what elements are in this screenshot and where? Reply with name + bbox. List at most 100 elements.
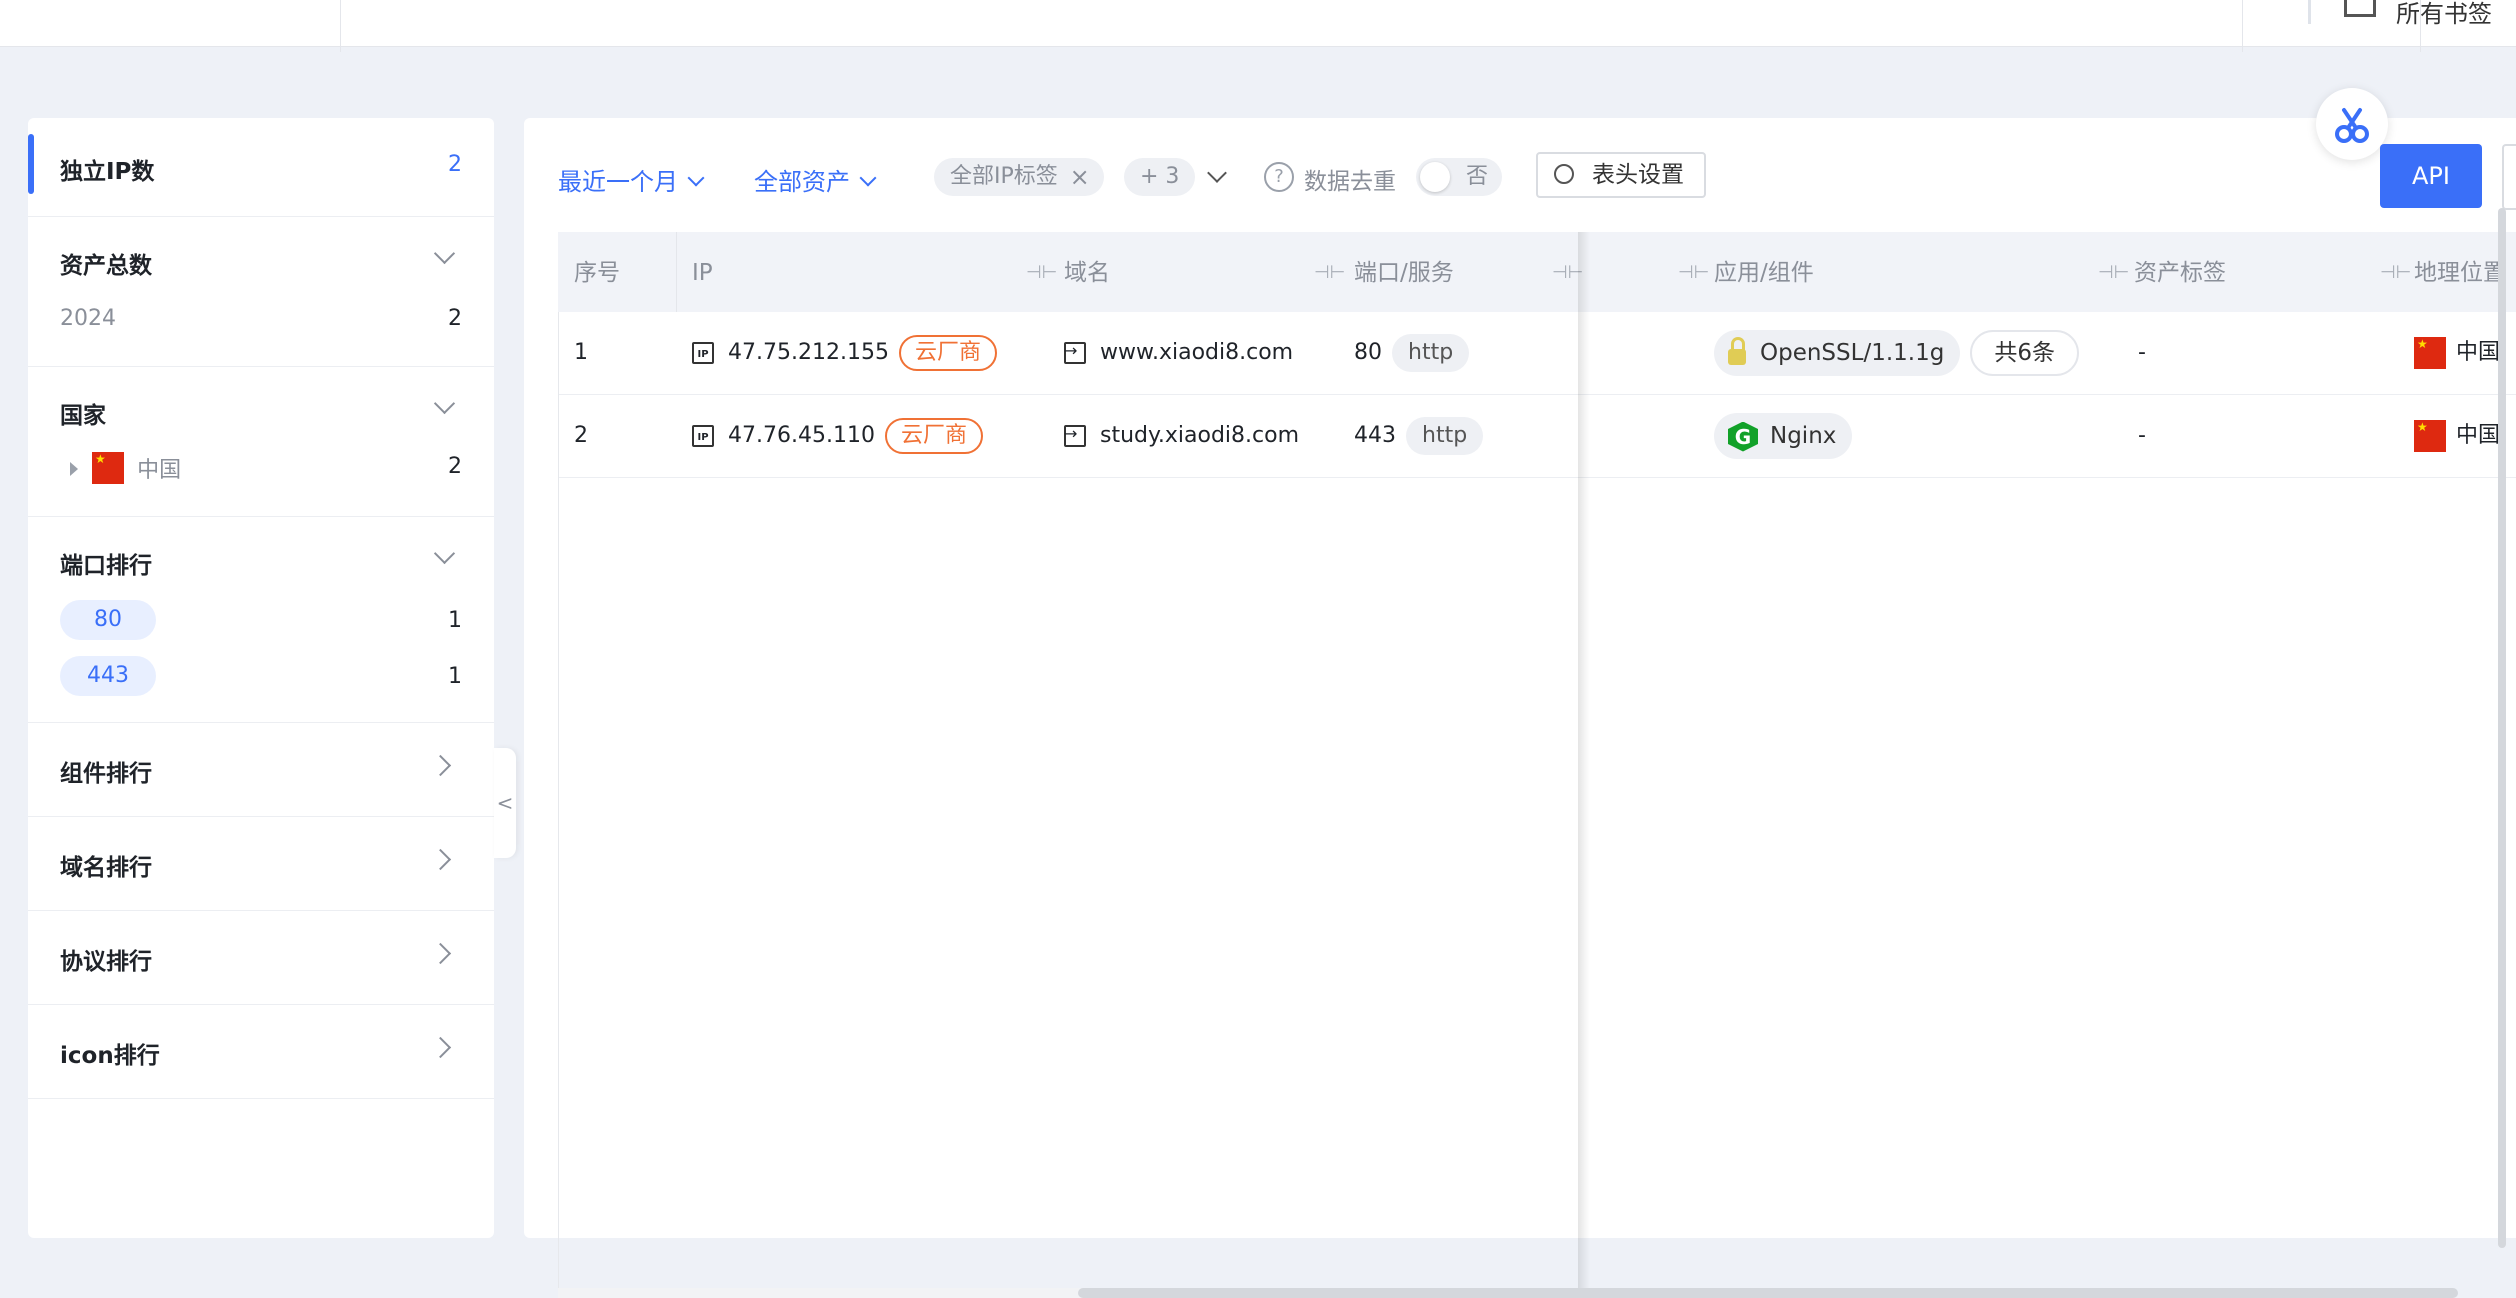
port-rank-title: 端口排行 — [60, 553, 152, 579]
chevron-right-icon — [429, 1036, 452, 1059]
row-domain-link[interactable]: www.xiaodi8.com — [1100, 340, 1293, 365]
china-flag-icon — [92, 452, 124, 484]
row-port[interactable]: 80 — [1354, 340, 1382, 365]
domain-rank-section[interactable]: 域名排行 — [28, 816, 494, 911]
component-rank-section[interactable]: 组件排行 — [28, 722, 494, 817]
chevron-down-icon — [859, 169, 877, 187]
row-ip-link[interactable]: 47.76.45.110 — [728, 423, 875, 448]
horizontal-scrollbar[interactable] — [558, 1288, 2458, 1298]
gear-icon — [1554, 164, 1574, 184]
row-seq: 2 — [574, 423, 588, 448]
port-chip-443[interactable]: 443 — [60, 656, 156, 696]
column-header-geo: 地理位置 — [2414, 260, 2506, 286]
ip-tag-filter-label: 全部IP标签 — [950, 164, 1058, 189]
more-tags-chip[interactable]: + 3 — [1124, 158, 1196, 196]
column-resize-icon[interactable]: ⊣⊢ — [1678, 262, 1709, 283]
folder-icon — [2344, 0, 2376, 17]
row-ip-link[interactable]: 47.75.212.155 — [728, 340, 889, 365]
ip-icon: IP — [692, 425, 714, 447]
row-geo: 中国 — [2456, 423, 2501, 448]
column-resize-icon[interactable]: ⊣⊢ — [1314, 262, 1345, 283]
table-row: 2 IP 47.76.45.110 云厂商 study.xiaodi8.com 44… — [558, 395, 2516, 478]
close-icon[interactable]: × — [1070, 158, 1090, 196]
row-seq: 1 — [574, 340, 588, 365]
country-section: 国家 中国 2 — [28, 366, 494, 517]
vertical-scrollbar[interactable] — [2498, 208, 2506, 1248]
component-chip[interactable]: OpenSSL/1.1.1g — [1714, 330, 1961, 376]
overflow-button-edge[interactable] — [2502, 144, 2516, 210]
chevron-right-icon — [429, 942, 452, 965]
component-chip[interactable]: G Nginx — [1714, 413, 1853, 459]
dedup-toggle[interactable]: 否 — [1416, 158, 1502, 196]
port-rank-section: 端口排行 80 1 443 1 — [28, 516, 494, 723]
row-domain-cell: study.xiaodi8.com — [1064, 395, 1299, 477]
all-bookmarks-button[interactable]: 所有书签 — [2344, 0, 2492, 40]
chevron-down-icon[interactable] — [433, 392, 456, 415]
service-chip: http — [1392, 334, 1470, 372]
port-chip-80[interactable]: 80 — [60, 600, 156, 640]
chevron-down-icon — [687, 169, 705, 187]
column-resize-icon[interactable]: ⊣⊢ — [2380, 262, 2411, 283]
column-header-domain: 域名 — [1064, 260, 1110, 286]
port-count: 1 — [448, 664, 462, 689]
cloud-provider-tag: 云厂商 — [898, 335, 997, 371]
country-item-china[interactable]: 中国 — [92, 452, 181, 484]
chevron-down-icon[interactable] — [1207, 163, 1227, 183]
component-more-button[interactable]: 共6条 — [1970, 330, 2079, 376]
row-component-cell: OpenSSL/1.1.1g 共6条 — [1714, 312, 2079, 394]
open-link-icon[interactable] — [1064, 336, 1086, 366]
top-bar-divider — [2242, 0, 2243, 52]
toggle-knob — [1420, 162, 1450, 192]
ip-icon: IP — [692, 342, 714, 364]
open-link-icon[interactable] — [1064, 419, 1086, 449]
unique-ip-section[interactable]: 独立IP数 2 — [28, 118, 494, 217]
table-header: 序号 IP ⊣⊢ 域名 ⊣⊢ 端口/服务 ⊣⊢ ⊣⊢ 应用/组件 ⊣⊢ 资产标签… — [558, 232, 2516, 312]
cloud-provider-tag: 云厂商 — [884, 418, 983, 454]
icon-rank-section[interactable]: icon排行 — [28, 1004, 494, 1099]
country-item-count: 2 — [448, 454, 462, 479]
row-geo: 中国 — [2456, 340, 2501, 365]
scissors-icon — [2335, 108, 2369, 143]
asset-scope-dropdown[interactable]: 全部资产 — [754, 162, 877, 197]
chevron-down-icon[interactable] — [433, 542, 456, 565]
component-rank-title: 组件排行 — [60, 761, 152, 787]
asset-year-label[interactable]: 2024 — [60, 306, 116, 331]
results-panel: 最近一个月 全部资产 全部IP标签 × + 3 ? 数据去重 否 表头设置 AP… — [524, 88, 2516, 1298]
sidebar-collapse-handle[interactable]: < — [494, 748, 516, 858]
ip-tag-filter-chip[interactable]: 全部IP标签 × — [934, 158, 1104, 196]
time-range-label: 最近一个月 — [558, 168, 678, 196]
api-button[interactable]: API — [2380, 144, 2482, 208]
header-settings-label: 表头设置 — [1592, 162, 1684, 188]
column-resize-icon[interactable]: ⊣⊢ — [1026, 262, 1057, 283]
asset-total-title: 资产总数 — [60, 253, 152, 279]
help-icon[interactable]: ? — [1264, 162, 1294, 192]
expand-caret-icon[interactable] — [70, 462, 78, 476]
column-header-seq: 序号 — [574, 260, 620, 286]
fixed-column-shadow — [1578, 232, 1590, 1292]
horizontal-scroll-thumb[interactable] — [1078, 1288, 2458, 1298]
row-port[interactable]: 443 — [1354, 423, 1396, 448]
column-header-ip: IP — [692, 260, 713, 286]
lock-icon — [1728, 336, 1746, 365]
table-left-border — [558, 312, 559, 1292]
row-ip-cell: IP 47.76.45.110 云厂商 — [692, 395, 983, 477]
top-bar-divider — [340, 0, 341, 52]
row-port-cell: 443 http — [1354, 395, 1484, 477]
row-geo-cell: 中国 — [2414, 312, 2500, 394]
header-settings-button[interactable]: 表头设置 — [1536, 152, 1706, 198]
protocol-rank-section[interactable]: 协议排行 — [28, 910, 494, 1005]
time-range-dropdown[interactable]: 最近一个月 — [558, 162, 705, 197]
screenshot-tool-button[interactable] — [2316, 88, 2388, 160]
unique-ip-title: 独立IP数 — [60, 159, 155, 185]
row-domain-link[interactable]: study.xiaodi8.com — [1100, 423, 1299, 448]
column-header-tags: 资产标签 — [2134, 260, 2226, 286]
row-component-cell: G Nginx — [1714, 395, 1853, 477]
column-resize-icon[interactable]: ⊣⊢ — [2098, 262, 2129, 283]
column-divider — [676, 232, 677, 312]
port-count: 1 — [448, 608, 462, 633]
asset-scope-label: 全部资产 — [754, 168, 850, 196]
chevron-down-icon[interactable] — [433, 242, 456, 265]
unique-ip-count: 2 — [448, 152, 462, 177]
bookmark-bar-divider — [2308, 0, 2311, 24]
dedup-label: 数据去重 — [1304, 169, 1396, 195]
